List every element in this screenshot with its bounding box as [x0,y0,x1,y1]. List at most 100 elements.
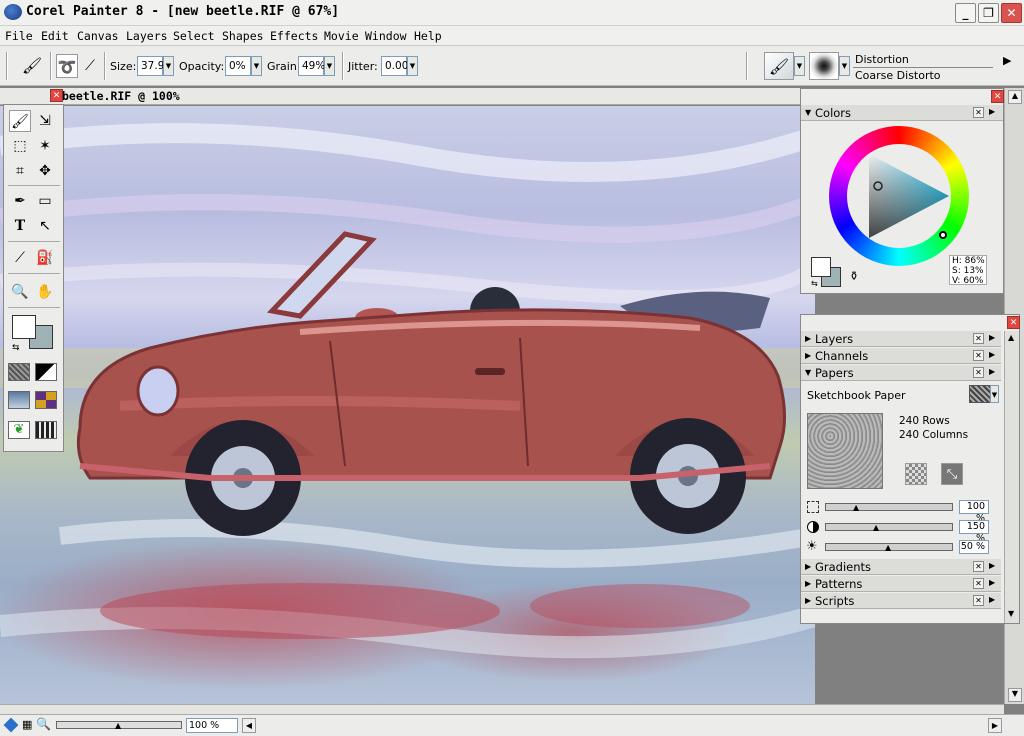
zoom-icon[interactable]: 🔍 [36,717,51,731]
expanded-triangle-icon[interactable]: ▼ [805,368,811,377]
collapsed-triangle-icon[interactable]: ▶ [805,579,811,588]
close-box-icon[interactable]: ✕ [973,107,984,118]
paper-picker-dropdown[interactable]: ▼ [990,385,999,403]
drawing-mode-icon[interactable] [3,717,19,733]
straight-line-icon[interactable]: ⟋ [79,54,101,78]
paper-scale-value[interactable]: 100 % [959,500,989,524]
paper-contrast-slider[interactable] [825,523,953,531]
brush-variant-name[interactable]: Coarse Distorto [855,69,941,82]
opacity-slider-button[interactable]: ▼ [251,56,262,76]
scroll-right-icon[interactable]: ▶ [988,718,1002,733]
nozzle-selector[interactable]: ❦ [8,421,30,439]
grid-icon[interactable]: ▦ [22,718,32,731]
size-field[interactable]: 37.9 [137,56,164,76]
dropper-icon[interactable]: ⟋ [9,247,31,269]
rect-select-icon[interactable]: ⬚ [9,135,31,157]
swap-colors-icon[interactable]: ⇆ [811,279,818,288]
zoom-value[interactable]: 100 % [186,718,238,733]
primary-color-swatch[interactable] [811,257,831,277]
invert-paper-icon[interactable] [905,463,927,485]
look-selector[interactable] [35,421,57,439]
palette-menu-icon[interactable]: ▶ [989,367,995,376]
grip[interactable] [6,52,8,80]
grain-field[interactable]: 49% [298,56,325,76]
layers-header[interactable]: ▶ Layers ✕ ▶ [801,331,1001,347]
opacity-field[interactable]: 0% [225,56,251,76]
scroll-down-icon[interactable]: ▼ [1008,609,1014,618]
slider-thumb[interactable]: ▲ [885,543,891,552]
palette-scrollbar[interactable]: ▲ ▼ [1004,331,1019,623]
close-box-icon[interactable]: ✕ [973,595,984,606]
palette-menu-icon[interactable]: ▶ [989,595,995,604]
close-box-icon[interactable]: ✕ [973,367,984,378]
swap-colors-icon[interactable]: ⇆ [12,343,20,353]
collapsed-triangle-icon[interactable]: ▶ [805,596,811,605]
paper-picker[interactable] [969,385,991,403]
scroll-up-icon[interactable]: ▲ [1008,333,1014,342]
close-box-icon[interactable]: ✕ [973,578,984,589]
paper-selector[interactable] [8,363,30,381]
paper-brightness-value[interactable]: 50 % [959,540,989,554]
menu-select[interactable]: Select [173,29,215,43]
brush-category-icon[interactable]: 🖌 [764,52,794,80]
saturation-value-triangle[interactable] [847,144,951,248]
menu-canvas[interactable]: Canvas [77,29,119,43]
expanded-triangle-icon[interactable]: ▼ [805,108,811,117]
jitter-field[interactable]: 0.00 [381,56,408,76]
brush-icon[interactable]: 🖌 [9,110,31,132]
shape-selection-icon[interactable]: ↖ [34,215,56,237]
channels-header[interactable]: ▶ Channels ✕ ▶ [801,348,1001,364]
palette-arrow-icon[interactable]: ▶ [1003,54,1011,67]
paper-contrast-value[interactable]: 150 % [959,520,989,544]
move-icon[interactable]: ⇲ [34,110,56,132]
hue-marker[interactable] [939,231,947,239]
brush-tool-icon[interactable]: 🖌 [20,54,44,78]
size-slider-button[interactable]: ▼ [163,56,174,76]
menu-effects[interactable]: Effects [270,29,318,43]
brush-category-dropdown[interactable]: ▼ [794,56,805,76]
menu-edit[interactable]: Edit [41,29,69,43]
magic-wand-icon[interactable]: ✶ [34,135,56,157]
menu-window[interactable]: Window [365,29,407,43]
app-icon[interactable] [4,4,22,20]
close-box-icon[interactable]: ✕ [973,561,984,572]
palette-menu-icon[interactable]: ▶ [989,350,995,359]
palette-menu-icon[interactable]: ▶ [989,578,995,587]
menu-help[interactable]: Help [414,29,442,43]
palette-menu-icon[interactable]: ▶ [989,107,995,116]
text-icon[interactable]: T [9,215,31,237]
colors-header[interactable]: ▼ Colors ✕ ▶ [801,105,1003,121]
pen-icon[interactable]: ✒ [9,190,31,212]
clone-color-icon[interactable]: ⚱ [849,269,859,283]
close-box-icon[interactable]: ✕ [973,350,984,361]
collapsed-triangle-icon[interactable]: ▶ [805,334,811,343]
restore-button[interactable]: ❐ [978,3,999,23]
rectangle-shape-icon[interactable]: ▭ [34,190,56,212]
menu-movie[interactable]: Movie [324,29,359,43]
close-button[interactable]: ✕ [1001,3,1022,23]
brush-category-name[interactable]: Distortion [855,53,909,66]
slider-thumb[interactable]: ▲ [853,503,859,512]
crop-icon[interactable]: ⌗ [9,160,31,182]
layer-adjuster-icon[interactable]: ✥ [34,160,56,182]
scroll-left-icon[interactable]: ◀ [242,718,256,733]
menu-shapes[interactable]: Shapes [222,29,264,43]
collapsed-triangle-icon[interactable]: ▶ [805,351,811,360]
document-canvas[interactable] [0,106,815,704]
minimize-button[interactable]: _ [955,3,976,23]
grabber-icon[interactable]: ✋ [34,281,56,303]
palette-menu-icon[interactable]: ▶ [989,333,995,342]
paint-bucket-icon[interactable]: ⛽ [34,247,56,269]
magnifier-icon[interactable]: 🔍 [9,281,31,303]
primary-color-swatch[interactable] [12,315,36,339]
paper-scale-slider[interactable] [825,503,953,511]
make-paper-icon[interactable]: ⤡ [941,463,963,485]
slider-thumb[interactable]: ▲ [873,523,879,532]
weaving-selector[interactable] [35,391,57,409]
papers-header[interactable]: ▼ Papers ✕ ▶ [801,365,1001,381]
grain-slider-button[interactable]: ▼ [324,56,335,76]
brush-variant-dropdown[interactable]: ▼ [839,56,850,76]
scroll-up-icon[interactable]: ▲ [1008,90,1022,104]
close-box-icon[interactable]: ✕ [973,333,984,344]
gradients-header[interactable]: ▶ Gradients ✕ ▶ [801,559,1001,575]
